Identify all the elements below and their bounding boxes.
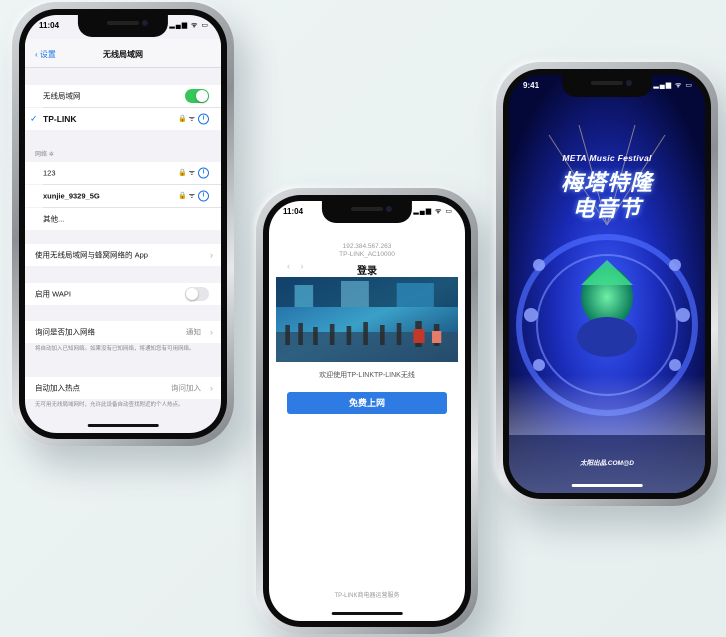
ask-join-label: 询问是否加入网络 [35,327,95,337]
info-icon[interactable]: i [198,113,209,125]
page-title: 无线局域网 [103,50,143,59]
phone-settings: 11:04 ▂▄▆ ᯤ ▭ ‹ 设置 无线局域网 无线局域网 ✓ TP-LINK… [12,2,234,446]
network-row[interactable]: xunjie_9329_5G 🔒 ᯤi [25,185,221,207]
festival-subtitle: META Music Festival [562,153,652,163]
auto-hotspot-label: 自动加入热点 [35,383,80,393]
status-time: 11:04 [283,207,304,216]
nav-bar: ‹ 设置 无线局域网 [25,39,221,68]
festival-stage-image [509,75,705,493]
welcome-text: 欢迎使用TP-LINKTP-LINK无线 [319,372,415,379]
app-usage-row[interactable]: 使用无线局域网与蜂窝网络的 App › [25,244,221,266]
network-name: xunjie_9329_5G [43,191,100,201]
info-icon[interactable]: i [198,190,209,202]
festival-title-line2: 电音节 [572,196,642,221]
portal-address: 192.384.567.263 TP-LINK_AC10000 [269,243,465,259]
auto-hotspot-row[interactable]: 自动加入热点 询问加入 › [25,377,221,399]
ip-address: 192.384.567.263 [342,243,392,250]
ssid-label: TP-LINK_AC10000 [339,250,395,258]
home-indicator[interactable] [571,484,643,487]
ask-join-row[interactable]: 询问是否加入网络 通知 › [25,321,221,343]
settings-screen: 11:04 ▂▄▆ ᯤ ▭ ‹ 设置 无线局域网 无线局域网 ✓ TP-LINK… [25,15,221,433]
other-network-label: 其他... [43,214,65,224]
phone-festival: 9:41 ▂▄▆ ᯤ ▭ META Music Festival 梅塔特隆 电音… [496,62,718,506]
home-indicator[interactable] [87,424,159,427]
chevron-right-icon: › [210,250,213,260]
ask-join-note: 将自动加入已知网络。如果没有已知网络，将通知您有可用网络。 [35,346,195,352]
app-usage-label: 使用无线局域网与蜂窝网络的 App [35,250,148,260]
wlan-toggle[interactable] [185,89,209,103]
festival-screen: 9:41 ▂▄▆ ᯤ ▭ META Music Festival 梅塔特隆 电音… [509,75,705,493]
network-name: 123 [43,168,56,178]
ask-join-value: 通知 [186,327,201,337]
notch [77,15,169,37]
networks-section-label: 网络 ✲ [35,152,54,158]
auto-hotspot-value: 询问加入 [171,383,201,393]
status-icons: ▂▄▆ ᯤ ▭ [413,208,453,215]
lock-wifi-icon: 🔒 ᯤ [177,192,195,200]
portal-screen: 11:04 ▂▄▆ ᯤ ▭ 192.384.567.263 TP-LINK_AC… [269,201,465,621]
spinner-icon: ✲ [48,152,54,158]
portal-footer: TP-LINK商电器运营服务 [334,593,400,599]
wapi-row: 启用 WAPI [25,283,221,305]
notch [561,75,653,97]
network-row[interactable]: 123 🔒 ᯤi [25,162,221,184]
wapi-label: 启用 WAPI [35,289,71,299]
wlan-toggle-row: 无线局域网 [25,85,221,107]
status-time: 11:04 [39,21,60,30]
login-title: 登录 [357,266,377,277]
connected-network-row[interactable]: ✓ TP-LINK 🔒 ᯤi [25,108,221,130]
free-internet-button[interactable]: 免费上网 [287,392,447,414]
banner-image [276,277,458,362]
auto-hotspot-note: 无可用无线局域网时，允许此设备自动查找附近的个人热点。 [35,402,184,408]
wlan-label: 无线局域网 [43,91,81,101]
phone-bezel: 9:41 ▂▄▆ ᯤ ▭ META Music Festival 梅塔特隆 电音… [503,69,711,499]
chevron-right-icon: › [210,383,213,393]
status-icons: ▂▄▆ ᯤ ▭ [653,82,693,89]
notch [321,201,413,223]
checkmark-icon: ✓ [30,113,38,124]
other-network-row[interactable]: 其他... [25,208,221,230]
lock-wifi-icon: 🔒 ᯤ [177,115,195,123]
phone-portal: 11:04 ▂▄▆ ᯤ ▭ 192.384.567.263 TP-LINK_AC… [256,188,478,634]
connected-network-name: TP-LINK [43,114,77,124]
status-time: 9:41 [523,81,540,90]
phone-bezel: 11:04 ▂▄▆ ᯤ ▭ 192.384.567.263 TP-LINK_AC… [263,195,471,627]
chevron-right-icon: › [210,327,213,337]
phone-bezel: 11:04 ▂▄▆ ᯤ ▭ ‹ 设置 无线局域网 无线局域网 ✓ TP-LINK… [19,9,227,439]
home-indicator[interactable] [331,612,403,615]
wapi-toggle[interactable] [185,287,209,301]
info-icon[interactable]: i [198,167,209,179]
festival-credit: 太阳出品.COM@D [579,460,634,467]
lock-wifi-icon: 🔒 ᯤ [177,169,195,177]
status-icons: ▂▄▆ ᯤ ▭ [169,22,209,29]
